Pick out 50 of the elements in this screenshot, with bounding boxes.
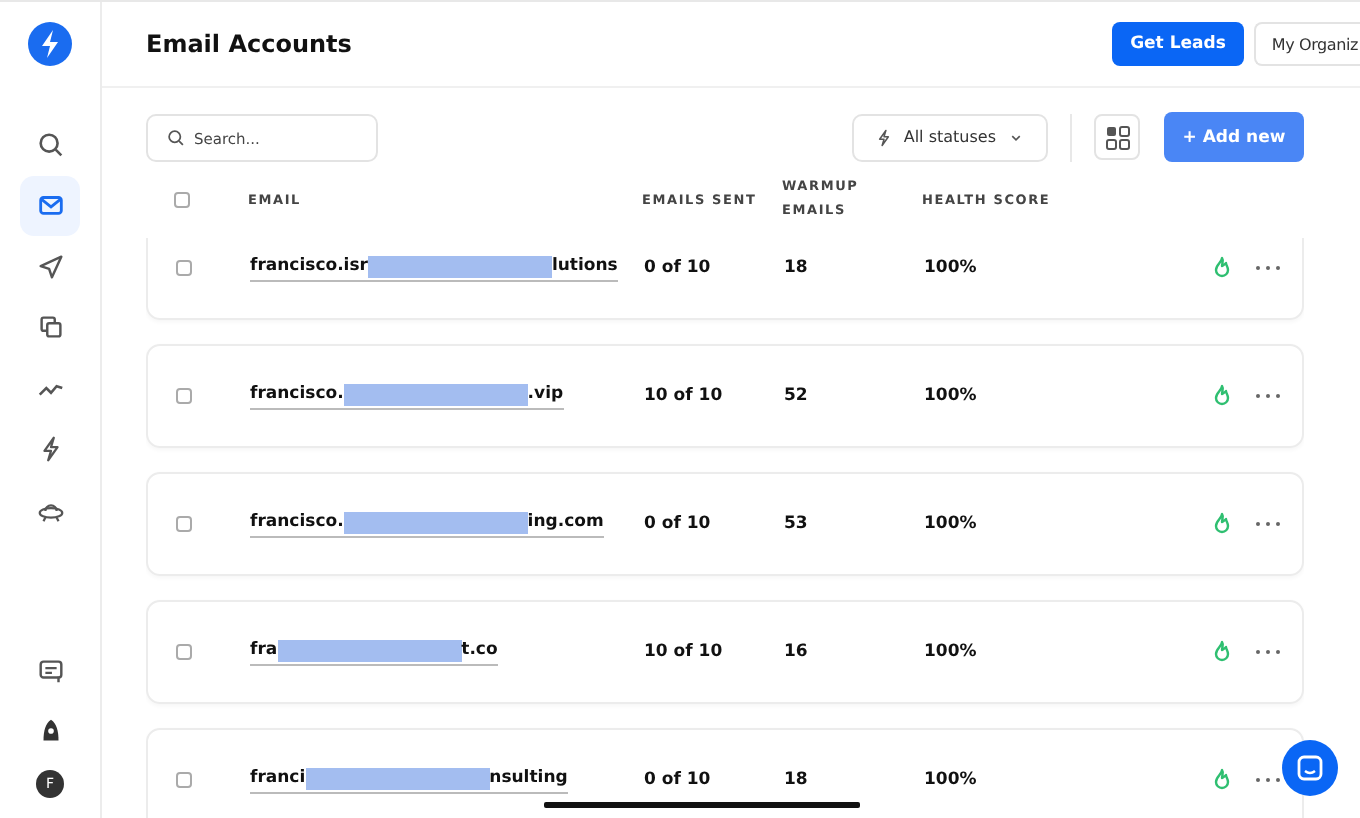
paper-plane-icon <box>35 251 65 281</box>
emails-sent: 0 of 10 <box>644 770 713 790</box>
health-score: 100% <box>924 770 979 790</box>
status-filter[interactable]: All statuses <box>851 113 1048 161</box>
select-all-checkbox[interactable] <box>174 192 190 208</box>
account-card[interactable]: fra t.co 10 of 10 16 100% <box>146 600 1304 704</box>
more-icon[interactable] <box>1254 648 1282 656</box>
page-title: Email Accounts <box>146 30 354 58</box>
health-score: 100% <box>924 514 979 534</box>
warmup-count: 53 <box>784 514 810 534</box>
row-checkbox[interactable] <box>176 644 192 660</box>
get-leads-button[interactable]: Get Leads <box>1112 22 1244 66</box>
account-card[interactable]: francisco.isr lutions 0 of 10 18 100% <box>146 238 1304 320</box>
emails-sent: 0 of 10 <box>644 514 713 534</box>
envelope-icon <box>35 190 65 220</box>
copy-icon <box>35 312 65 342</box>
health-score: 100% <box>924 258 979 278</box>
emails-sent: 0 of 10 <box>644 258 713 278</box>
organization-button[interactable]: My Organiz <box>1253 22 1360 66</box>
row-checkbox[interactable] <box>176 260 192 276</box>
search-icon <box>166 127 186 147</box>
warmup-count: 52 <box>784 386 810 406</box>
email-link[interactable]: francisco. .vip <box>250 383 564 409</box>
email-link[interactable]: franci nsulting <box>250 767 568 793</box>
emails-sent: 10 of 10 <box>644 386 725 406</box>
row-checkbox[interactable] <box>176 516 192 532</box>
grid-view-button[interactable] <box>1094 114 1140 160</box>
email-link[interactable]: francisco. ing.com <box>250 511 604 537</box>
health-score: 100% <box>924 386 979 406</box>
warmup-count: 16 <box>784 642 810 662</box>
more-icon[interactable] <box>1254 520 1282 528</box>
account-card[interactable]: francisco. .vip 10 of 10 52 100% <box>146 344 1304 448</box>
grid-icon <box>1105 125 1129 149</box>
warmup-count: 18 <box>784 770 810 790</box>
more-icon[interactable] <box>1254 392 1282 400</box>
message-icon <box>35 655 65 685</box>
chat-button[interactable] <box>1282 740 1338 796</box>
account-card[interactable]: francisco. ing.com 0 of 10 53 100% <box>146 472 1304 576</box>
more-icon[interactable] <box>1254 776 1282 784</box>
warmup-count: 18 <box>784 258 810 278</box>
more-icon[interactable] <box>1254 264 1282 272</box>
search-icon <box>35 129 65 159</box>
emails-sent: 10 of 10 <box>644 642 725 662</box>
row-checkbox[interactable] <box>176 772 192 788</box>
row-checkbox[interactable] <box>176 388 192 404</box>
logo-icon[interactable] <box>28 22 72 66</box>
lightning-icon <box>873 127 894 147</box>
email-link[interactable]: francisco.isr lutions <box>250 255 618 281</box>
chat-icon <box>1296 754 1324 782</box>
health-score: 100% <box>924 642 979 662</box>
